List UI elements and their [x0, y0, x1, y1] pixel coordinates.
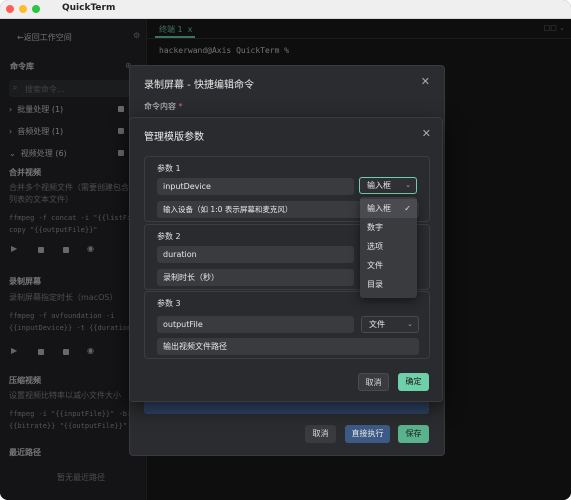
- close-window-button[interactable]: [6, 5, 14, 13]
- param-group-3: 参数 3 outputFile 文件 ⌄ 输出视频文件路径: [144, 291, 430, 359]
- type-option-file[interactable]: 文件: [360, 256, 417, 275]
- select-value: 输入框: [367, 181, 391, 190]
- save-button[interactable]: 保存: [398, 425, 429, 443]
- check-icon: ✓: [404, 204, 411, 213]
- type-option-input[interactable]: 输入框 ✓: [360, 199, 417, 218]
- type-option-number[interactable]: 数字: [360, 218, 417, 237]
- param-header: 参数 2: [157, 232, 181, 241]
- close-icon[interactable]: ✕: [422, 127, 431, 140]
- chevron-down-icon: ⌄: [405, 181, 411, 189]
- content-label: 命令内容 *: [144, 102, 183, 111]
- zoom-window-button[interactable]: [32, 5, 40, 13]
- chevron-down-icon: ⌄: [407, 320, 413, 328]
- title-bar: QuickTerm: [0, 0, 571, 19]
- ok-button[interactable]: 确定: [398, 373, 429, 391]
- app-window: QuickTerm ←返回工作空间 ⚙ 命令库 ⊕ ⌕ 搜索命令... › 批量…: [0, 0, 571, 500]
- app-title: QuickTerm: [62, 3, 116, 13]
- cancel-button[interactable]: 取消: [305, 425, 336, 443]
- param-description-input[interactable]: 输出视频文件路径: [157, 338, 419, 355]
- close-icon[interactable]: ✕: [421, 75, 430, 88]
- param-header: 参数 1: [157, 164, 181, 173]
- type-dropdown-menu: 输入框 ✓ 数字 选项 文件 目录: [360, 197, 417, 298]
- param-name-input[interactable]: inputDevice: [157, 178, 354, 195]
- cancel-button[interactable]: 取消: [358, 373, 389, 391]
- param-description-input[interactable]: 录制时长（秒）: [157, 269, 354, 286]
- type-option-directory[interactable]: 目录: [360, 275, 417, 294]
- select-value: 文件: [369, 320, 385, 329]
- type-option-choice[interactable]: 选项: [360, 237, 417, 256]
- dialog-title: 管理模版参数: [144, 132, 204, 143]
- minimize-window-button[interactable]: [19, 5, 27, 13]
- dialog-title: 录制屏幕 - 快捷编辑命令: [144, 80, 254, 91]
- param-name-input[interactable]: outputFile: [157, 316, 354, 333]
- param-name-input[interactable]: duration: [157, 246, 354, 263]
- param-type-select[interactable]: 输入框 ⌄: [359, 177, 417, 194]
- param-type-select[interactable]: 文件 ⌄: [361, 316, 419, 333]
- param-header: 参数 3: [157, 299, 181, 308]
- run-directly-button[interactable]: 直接执行: [345, 425, 390, 443]
